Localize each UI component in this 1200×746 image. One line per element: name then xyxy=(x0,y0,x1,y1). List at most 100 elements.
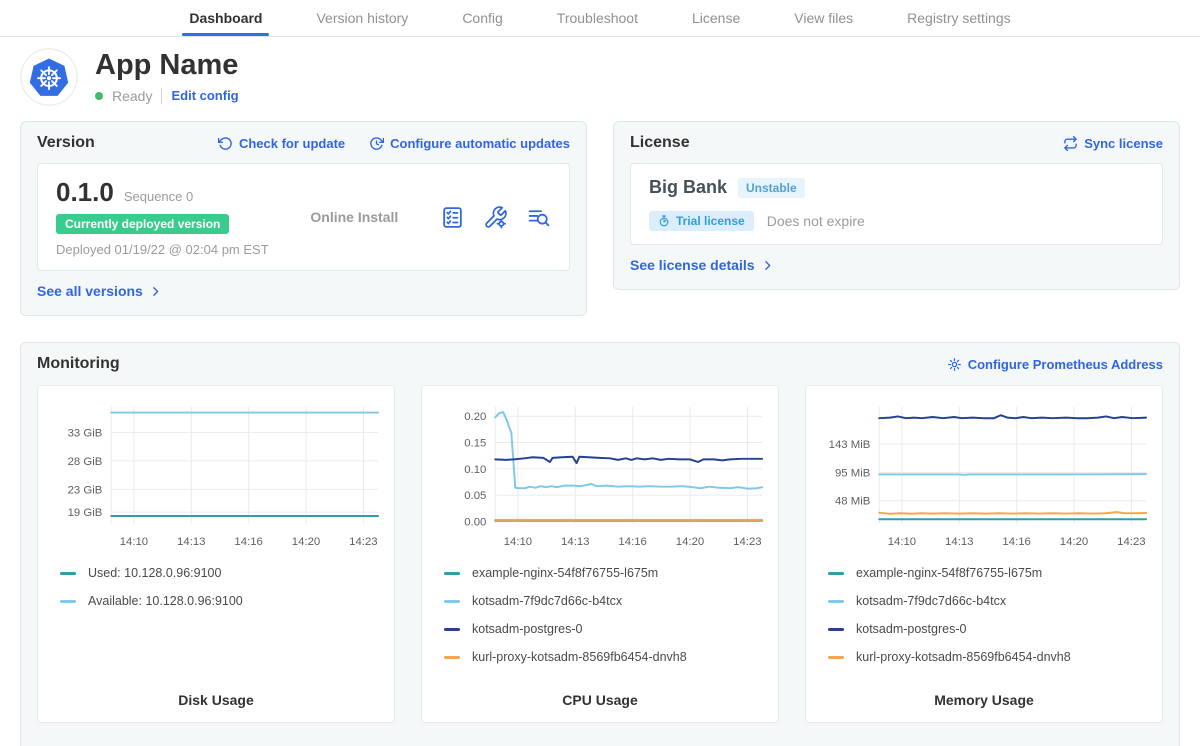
nav-tab-license[interactable]: License xyxy=(665,0,767,36)
nav-tab-registry-settings[interactable]: Registry settings xyxy=(880,0,1037,36)
legend-swatch xyxy=(444,628,460,631)
nav-tab-config[interactable]: Config xyxy=(435,0,529,36)
top-nav: Dashboard Version history Config Trouble… xyxy=(0,0,1200,37)
status-text: Ready xyxy=(112,88,152,104)
legend-label: example-nginx-54f8f76755-l675m xyxy=(856,566,1042,580)
legend-label: kotsadm-7f9dc7d66c-b4tcx xyxy=(856,594,1006,608)
nav-tab-view-files[interactable]: View files xyxy=(767,0,880,36)
legend-item: example-nginx-54f8f76755-l675m xyxy=(444,566,768,580)
monitoring-card: Monitoring Configure Prometheus Address … xyxy=(20,342,1180,746)
legend-label: Used: 10.128.0.96:9100 xyxy=(88,566,221,580)
legend-label: kurl-proxy-kotsadm-8569fb6454-dnvh8 xyxy=(856,650,1071,664)
svg-text:0.05: 0.05 xyxy=(464,490,486,502)
configure-prometheus-label: Configure Prometheus Address xyxy=(968,357,1163,372)
deployed-timestamp: Deployed 01/19/22 @ 02:04 pm EST xyxy=(56,242,269,257)
legend-swatch xyxy=(60,600,76,603)
memory-usage-legend: example-nginx-54f8f76755-l675m kotsadm-7f… xyxy=(828,566,1152,664)
trial-license-label: Trial license xyxy=(676,214,745,228)
clock-refresh-icon xyxy=(369,136,384,151)
svg-text:48 MiB: 48 MiB xyxy=(835,496,870,508)
chart-title: Disk Usage xyxy=(48,692,384,710)
view-logs-icon[interactable] xyxy=(526,205,551,230)
legend-label: kotsadm-7f9dc7d66c-b4tcx xyxy=(472,594,622,608)
edit-config-link[interactable]: Edit config xyxy=(171,88,238,103)
legend-swatch xyxy=(444,572,460,575)
svg-text:14:20: 14:20 xyxy=(292,536,320,548)
svg-text:14:23: 14:23 xyxy=(349,536,377,548)
svg-text:28 GiB: 28 GiB xyxy=(68,456,103,468)
sync-license-button[interactable]: Sync license xyxy=(1063,136,1163,151)
chart-title: CPU Usage xyxy=(432,692,768,710)
version-sequence: Sequence 0 xyxy=(124,189,193,204)
svg-text:14:20: 14:20 xyxy=(676,536,704,548)
status-dot xyxy=(95,92,103,100)
see-all-versions-label: See all versions xyxy=(37,283,143,299)
legend-swatch xyxy=(828,600,844,603)
svg-text:0.10: 0.10 xyxy=(464,464,486,476)
svg-text:14:23: 14:23 xyxy=(733,536,761,548)
license-name: Big Bank xyxy=(649,177,727,198)
check-for-update-button[interactable]: Check for update xyxy=(218,136,345,151)
monitoring-title: Monitoring xyxy=(37,355,120,373)
check-for-update-label: Check for update xyxy=(239,136,345,151)
legend-item: kurl-proxy-kotsadm-8569fb6454-dnvh8 xyxy=(828,650,1152,664)
legend-swatch xyxy=(828,572,844,575)
svg-text:14:10: 14:10 xyxy=(888,536,916,548)
see-all-versions-link[interactable]: See all versions xyxy=(37,283,162,299)
nav-tab-troubleshoot[interactable]: Troubleshoot xyxy=(530,0,665,36)
svg-text:14:20: 14:20 xyxy=(1060,536,1088,548)
page-title: App Name xyxy=(95,50,239,82)
svg-text:95 MiB: 95 MiB xyxy=(835,468,870,480)
sync-icon xyxy=(1063,136,1078,151)
legend-label: kotsadm-postgres-0 xyxy=(472,622,582,636)
svg-text:14:10: 14:10 xyxy=(504,536,532,548)
memory-usage-chart: 48 MiB95 MiB143 MiB14:1014:1314:1614:201… xyxy=(816,396,1152,558)
current-version-panel: 0.1.0 Sequence 0 Currently deployed vers… xyxy=(37,163,570,271)
legend-label: example-nginx-54f8f76755-l675m xyxy=(472,566,658,580)
legend-item: kotsadm-7f9dc7d66c-b4tcx xyxy=(444,594,768,608)
deployed-version-badge: Currently deployed version xyxy=(56,214,229,234)
chart-title: Memory Usage xyxy=(816,692,1152,710)
trial-license-badge: Trial license xyxy=(649,211,754,231)
license-expiration: Does not expire xyxy=(767,213,865,229)
configure-prometheus-button[interactable]: Configure Prometheus Address xyxy=(947,357,1163,372)
legend-item: kotsadm-postgres-0 xyxy=(444,622,768,636)
version-number: 0.1.0 xyxy=(56,177,114,208)
app-header: App Name Ready Edit config xyxy=(20,48,1180,106)
legend-label: Available: 10.128.0.96:9100 xyxy=(88,594,243,608)
license-panel: Big Bank Unstable Trial license Does n xyxy=(630,163,1163,245)
license-card-title: License xyxy=(630,134,690,152)
preflight-checks-icon[interactable] xyxy=(440,205,465,230)
legend-swatch xyxy=(444,600,460,603)
see-license-details-label: See license details xyxy=(630,257,755,273)
gear-icon xyxy=(947,357,962,372)
svg-text:14:13: 14:13 xyxy=(561,536,589,548)
memory-usage-chart-card: 48 MiB95 MiB143 MiB14:1014:1314:1614:201… xyxy=(805,385,1163,723)
nav-tab-version-history[interactable]: Version history xyxy=(289,0,435,36)
kubernetes-app-icon xyxy=(20,48,78,106)
legend-swatch xyxy=(444,656,460,659)
svg-text:0.20: 0.20 xyxy=(464,411,486,423)
license-card: License Sync license Big Bank Unstable xyxy=(613,121,1180,290)
legend-label: kurl-proxy-kotsadm-8569fb6454-dnvh8 xyxy=(472,650,687,664)
svg-text:14:13: 14:13 xyxy=(945,536,973,548)
svg-text:14:16: 14:16 xyxy=(618,536,646,548)
svg-text:0.00: 0.00 xyxy=(464,516,486,528)
chevron-right-icon xyxy=(761,259,774,272)
legend-item: Available: 10.128.0.96:9100 xyxy=(60,594,384,608)
divider xyxy=(161,88,162,104)
svg-text:14:10: 14:10 xyxy=(120,536,148,548)
nav-tab-dashboard[interactable]: Dashboard xyxy=(162,0,289,36)
svg-text:14:16: 14:16 xyxy=(234,536,262,548)
configure-automatic-updates-button[interactable]: Configure automatic updates xyxy=(369,136,570,151)
see-license-details-link[interactable]: See license details xyxy=(630,257,774,273)
legend-swatch xyxy=(828,656,844,659)
svg-text:23 GiB: 23 GiB xyxy=(68,484,103,496)
svg-text:19 GiB: 19 GiB xyxy=(68,507,103,519)
config-wrench-icon[interactable] xyxy=(483,205,508,230)
svg-text:14:13: 14:13 xyxy=(177,536,205,548)
cpu-usage-chart: 0.000.050.100.150.2014:1014:1314:1614:20… xyxy=(432,396,768,558)
legend-item: kurl-proxy-kotsadm-8569fb6454-dnvh8 xyxy=(444,650,768,664)
version-card: Version Check for update xyxy=(20,121,587,316)
disk-usage-chart: 19 GiB23 GiB28 GiB33 GiB14:1014:1314:161… xyxy=(48,396,384,558)
